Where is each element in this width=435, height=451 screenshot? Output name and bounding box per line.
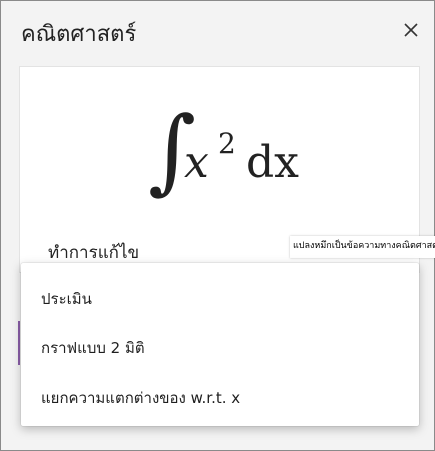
menu-item-label: กราฟแบบ 2 มิติ	[41, 339, 145, 357]
menu-item-label: แยกความแตกต่างของ w.r.t. x	[41, 389, 241, 407]
pane-title: คณิตศาสตร์	[21, 22, 137, 47]
integrand-variable: x	[184, 137, 209, 188]
menu-item-differentiate[interactable]: แยกความแตกต่างของ w.r.t. x	[21, 374, 419, 420]
close-icon	[404, 23, 418, 37]
convert-ink-to-math-button[interactable]: แปลงหมึกเป็นข้อความทางคณิตศาสตร์	[290, 236, 435, 258]
integrand-exponent: 2	[218, 127, 236, 160]
menu-item-label: ประเมิน	[41, 290, 92, 308]
menu-item-evaluate[interactable]: ประเมิน	[21, 275, 419, 321]
actions-dropdown-menu: ประเมิน กราฟแบบ 2 มิติ แยกความแตกต่างของ…	[21, 263, 419, 426]
differential: dx	[246, 137, 299, 188]
equation-display[interactable]: ∫ x 2 dx	[148, 87, 328, 207]
pane-header: คณิตศาสตร์	[1, 1, 434, 61]
selection-accent-bar	[18, 321, 20, 365]
edit-label[interactable]: ทำการแก้ไข	[48, 239, 139, 266]
menu-item-graph-2d[interactable]: กราฟแบบ 2 มิติ	[21, 324, 419, 370]
equation-card: ∫ x 2 dx ทำการแก้ไข แปลงหมึกเป็นข้อความท…	[19, 66, 435, 273]
close-button[interactable]	[399, 18, 423, 42]
math-pane: คณิตศาสตร์ ∫ x 2 dx ทำการแก้ไข แปลงหมึกเ…	[0, 0, 435, 451]
